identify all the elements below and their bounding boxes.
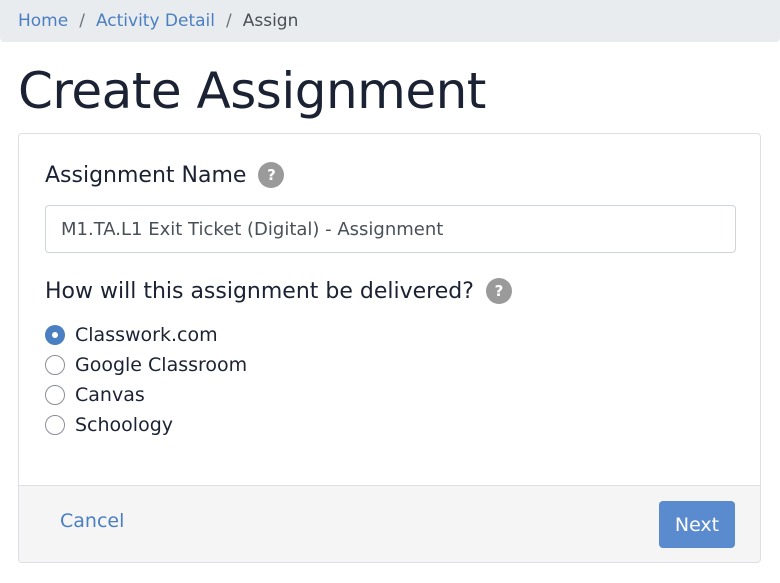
radio-option-google-classroom[interactable]: Google Classroom xyxy=(45,350,247,380)
card-footer: Cancel Next xyxy=(19,485,760,562)
next-button[interactable]: Next xyxy=(659,501,735,548)
breadcrumb-activity-detail-link[interactable]: Activity Detail xyxy=(96,11,215,31)
assignment-name-input[interactable] xyxy=(45,205,736,253)
breadcrumb-current: Assign xyxy=(242,11,299,31)
radio-button[interactable] xyxy=(45,415,65,435)
breadcrumb-home-link[interactable]: Home xyxy=(18,11,68,31)
help-icon[interactable]: ? xyxy=(258,162,285,188)
radio-button[interactable] xyxy=(45,385,65,405)
radio-button-checked[interactable] xyxy=(45,325,65,345)
radio-option-canvas[interactable]: Canvas xyxy=(45,380,247,410)
delivery-method-label: How will this assignment be delivered? ? xyxy=(45,278,512,304)
assignment-name-label-text: Assignment Name xyxy=(45,162,247,188)
delivery-method-label-text: How will this assignment be delivered? xyxy=(45,278,474,304)
radio-button[interactable] xyxy=(45,355,65,375)
radio-label: Canvas xyxy=(75,384,145,406)
breadcrumb-separator: / xyxy=(226,11,232,31)
radio-option-classwork[interactable]: Classwork.com xyxy=(45,320,247,350)
breadcrumb: Home / Activity Detail / Assign xyxy=(0,0,780,42)
card-body: Assignment Name ? How will this assignme… xyxy=(19,134,760,485)
page-title: Create Assignment xyxy=(18,62,486,120)
assignment-form-card: Assignment Name ? How will this assignme… xyxy=(18,133,761,563)
help-icon[interactable]: ? xyxy=(485,278,512,304)
breadcrumb-separator: / xyxy=(79,11,85,31)
cancel-link[interactable]: Cancel xyxy=(60,510,124,532)
assignment-name-label: Assignment Name ? xyxy=(45,162,285,188)
radio-label: Google Classroom xyxy=(75,354,248,376)
delivery-radio-group: Classwork.com Google Classroom Canvas Sc… xyxy=(45,320,247,440)
radio-option-schoology[interactable]: Schoology xyxy=(45,410,247,440)
radio-label: Schoology xyxy=(75,414,174,436)
radio-label: Classwork.com xyxy=(75,324,218,346)
